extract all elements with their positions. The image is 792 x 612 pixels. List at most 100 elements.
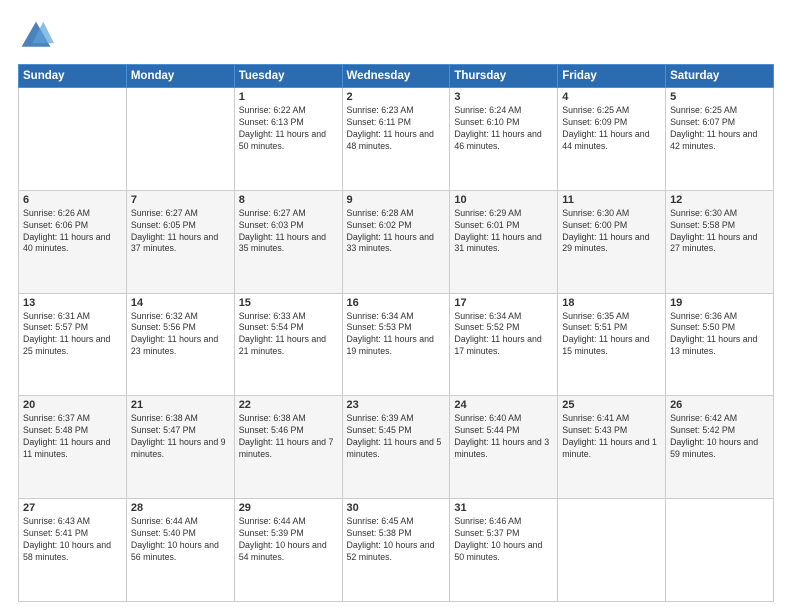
day-cell: 4Sunrise: 6:25 AMSunset: 6:09 PMDaylight… xyxy=(558,88,666,191)
day-info: Sunrise: 6:30 AMSunset: 6:00 PMDaylight:… xyxy=(562,208,661,256)
day-number: 2 xyxy=(347,91,446,103)
day-cell: 11 Sunrise: 6:30 AMSunset: 6:00 PMDayligh… xyxy=(558,190,666,293)
day-number: 5 xyxy=(670,91,769,103)
day-cell: 3 Sunrise: 6:24 AMSunset: 6:10 PMDaylight… xyxy=(450,88,558,191)
day-number: 31 xyxy=(454,502,553,514)
day-info: Sunrise: 6:27 AMSunset: 6:03 PMDaylight:… xyxy=(239,208,338,256)
day-info: Sunrise: 6:37 AMSunset: 5:48 PMDaylight:… xyxy=(23,413,122,461)
week-row-1: 1 Sunrise: 6:22 AMSunset: 6:13 PMDaylight… xyxy=(19,88,774,191)
day-number: 18 xyxy=(562,297,661,309)
day-number: 20 xyxy=(23,399,122,411)
day-info: Sunrise: 6:34 AMSunset: 5:52 PMDaylight:… xyxy=(454,311,553,359)
day-cell: 29 Sunrise: 6:44 AMSunset: 5:39 PMDayligh… xyxy=(234,499,342,602)
week-row-5: 27 Sunrise: 6:43 AMSunset: 5:41 PMDayligh… xyxy=(19,499,774,602)
day-cell xyxy=(126,88,234,191)
day-cell: 27 Sunrise: 6:43 AMSunset: 5:41 PMDayligh… xyxy=(19,499,127,602)
day-number: 15 xyxy=(239,297,338,309)
day-info: Sunrise: 6:42 AMSunset: 5:42 PMDaylight:… xyxy=(670,413,769,461)
day-number: 21 xyxy=(131,399,230,411)
day-number: 28 xyxy=(131,502,230,514)
day-info: Sunrise: 6:44 AMSunset: 5:39 PMDaylight:… xyxy=(239,516,338,564)
day-cell: 13 Sunrise: 6:31 AMSunset: 5:57 PMDayligh… xyxy=(19,293,127,396)
weekday-header-thursday: Thursday xyxy=(450,65,558,88)
day-number: 29 xyxy=(239,502,338,514)
day-cell: 8 Sunrise: 6:27 AMSunset: 6:03 PMDaylight… xyxy=(234,190,342,293)
weekday-header-friday: Friday xyxy=(558,65,666,88)
day-info: Sunrise: 6:36 AMSunset: 5:50 PMDaylight:… xyxy=(670,311,769,359)
day-number: 4 xyxy=(562,91,661,103)
week-row-2: 6 Sunrise: 6:26 AMSunset: 6:06 PMDaylight… xyxy=(19,190,774,293)
day-info: Sunrise: 6:32 AMSunset: 5:56 PMDaylight:… xyxy=(131,311,230,359)
day-info: Sunrise: 6:41 AMSunset: 5:43 PMDaylight:… xyxy=(562,413,661,461)
day-number: 26 xyxy=(670,399,769,411)
day-info: Sunrise: 6:26 AMSunset: 6:06 PMDaylight:… xyxy=(23,208,122,256)
day-number: 7 xyxy=(131,194,230,206)
day-info: Sunrise: 6:28 AMSunset: 6:02 PMDaylight:… xyxy=(347,208,446,256)
day-cell: 5Sunrise: 6:25 AMSunset: 6:07 PMDaylight… xyxy=(666,88,774,191)
day-cell: 22Sunrise: 6:38 AMSunset: 5:46 PMDayligh… xyxy=(234,396,342,499)
day-info: Sunrise: 6:22 AMSunset: 6:13 PMDaylight:… xyxy=(239,105,338,153)
day-info: Sunrise: 6:40 AMSunset: 5:44 PMDaylight:… xyxy=(454,413,553,461)
day-number: 1 xyxy=(239,91,338,103)
day-info: Sunrise: 6:45 AMSunset: 5:38 PMDaylight:… xyxy=(347,516,446,564)
day-number: 19 xyxy=(670,297,769,309)
day-number: 13 xyxy=(23,297,122,309)
day-cell: 17 Sunrise: 6:34 AMSunset: 5:52 PMDayligh… xyxy=(450,293,558,396)
day-cell: 24 Sunrise: 6:40 AMSunset: 5:44 PMDayligh… xyxy=(450,396,558,499)
day-info: Sunrise: 6:38 AMSunset: 5:46 PMDaylight:… xyxy=(239,413,338,461)
day-info: Sunrise: 6:30 AMSunset: 5:58 PMDaylight:… xyxy=(670,208,769,256)
day-number: 30 xyxy=(347,502,446,514)
day-cell xyxy=(19,88,127,191)
weekday-header-sunday: Sunday xyxy=(19,65,127,88)
day-number: 9 xyxy=(347,194,446,206)
day-cell: 19 Sunrise: 6:36 AMSunset: 5:50 PMDayligh… xyxy=(666,293,774,396)
day-number: 25 xyxy=(562,399,661,411)
day-cell: 16 Sunrise: 6:34 AMSunset: 5:53 PMDayligh… xyxy=(342,293,450,396)
week-row-3: 13 Sunrise: 6:31 AMSunset: 5:57 PMDayligh… xyxy=(19,293,774,396)
day-number: 8 xyxy=(239,194,338,206)
day-info: Sunrise: 6:35 AMSunset: 5:51 PMDaylight:… xyxy=(562,311,661,359)
day-info: Sunrise: 6:23 AMSunset: 6:11 PMDaylight:… xyxy=(347,105,446,153)
weekday-header-wednesday: Wednesday xyxy=(342,65,450,88)
calendar-table: SundayMondayTuesdayWednesdayThursdayFrid… xyxy=(18,64,774,602)
day-cell: 1 Sunrise: 6:22 AMSunset: 6:13 PMDaylight… xyxy=(234,88,342,191)
day-cell: 7Sunrise: 6:27 AMSunset: 6:05 PMDaylight… xyxy=(126,190,234,293)
day-cell: 30 Sunrise: 6:45 AMSunset: 5:38 PMDayligh… xyxy=(342,499,450,602)
day-info: Sunrise: 6:46 AMSunset: 5:37 PMDaylight:… xyxy=(454,516,553,564)
page: SundayMondayTuesdayWednesdayThursdayFrid… xyxy=(0,0,792,612)
day-cell: 31 Sunrise: 6:46 AMSunset: 5:37 PMDayligh… xyxy=(450,499,558,602)
day-info: Sunrise: 6:24 AMSunset: 6:10 PMDaylight:… xyxy=(454,105,553,153)
day-number: 3 xyxy=(454,91,553,103)
day-number: 27 xyxy=(23,502,122,514)
day-cell: 28 Sunrise: 6:44 AMSunset: 5:40 PMDayligh… xyxy=(126,499,234,602)
day-number: 12 xyxy=(670,194,769,206)
day-info: Sunrise: 6:43 AMSunset: 5:41 PMDaylight:… xyxy=(23,516,122,564)
day-cell: 15 Sunrise: 6:33 AMSunset: 5:54 PMDayligh… xyxy=(234,293,342,396)
day-cell: 9 Sunrise: 6:28 AMSunset: 6:02 PMDaylight… xyxy=(342,190,450,293)
day-info: Sunrise: 6:34 AMSunset: 5:53 PMDaylight:… xyxy=(347,311,446,359)
day-info: Sunrise: 6:44 AMSunset: 5:40 PMDaylight:… xyxy=(131,516,230,564)
day-cell: 18 Sunrise: 6:35 AMSunset: 5:51 PMDayligh… xyxy=(558,293,666,396)
day-info: Sunrise: 6:39 AMSunset: 5:45 PMDaylight:… xyxy=(347,413,446,461)
day-info: Sunrise: 6:33 AMSunset: 5:54 PMDaylight:… xyxy=(239,311,338,359)
logo-icon xyxy=(18,18,54,54)
day-cell: 20 Sunrise: 6:37 AMSunset: 5:48 PMDayligh… xyxy=(19,396,127,499)
logo xyxy=(18,18,58,54)
day-cell: 12 Sunrise: 6:30 AMSunset: 5:58 PMDayligh… xyxy=(666,190,774,293)
day-cell: 10Sunrise: 6:29 AMSunset: 6:01 PMDayligh… xyxy=(450,190,558,293)
day-number: 14 xyxy=(131,297,230,309)
weekday-header-monday: Monday xyxy=(126,65,234,88)
day-number: 24 xyxy=(454,399,553,411)
day-number: 11 xyxy=(562,194,661,206)
day-number: 16 xyxy=(347,297,446,309)
weekday-header-saturday: Saturday xyxy=(666,65,774,88)
day-number: 17 xyxy=(454,297,553,309)
day-info: Sunrise: 6:31 AMSunset: 5:57 PMDaylight:… xyxy=(23,311,122,359)
day-cell: 26 Sunrise: 6:42 AMSunset: 5:42 PMDayligh… xyxy=(666,396,774,499)
weekday-header-tuesday: Tuesday xyxy=(234,65,342,88)
day-cell xyxy=(666,499,774,602)
day-cell: 25 Sunrise: 6:41 AMSunset: 5:43 PMDayligh… xyxy=(558,396,666,499)
day-number: 6 xyxy=(23,194,122,206)
day-cell: 6 Sunrise: 6:26 AMSunset: 6:06 PMDaylight… xyxy=(19,190,127,293)
week-row-4: 20 Sunrise: 6:37 AMSunset: 5:48 PMDayligh… xyxy=(19,396,774,499)
